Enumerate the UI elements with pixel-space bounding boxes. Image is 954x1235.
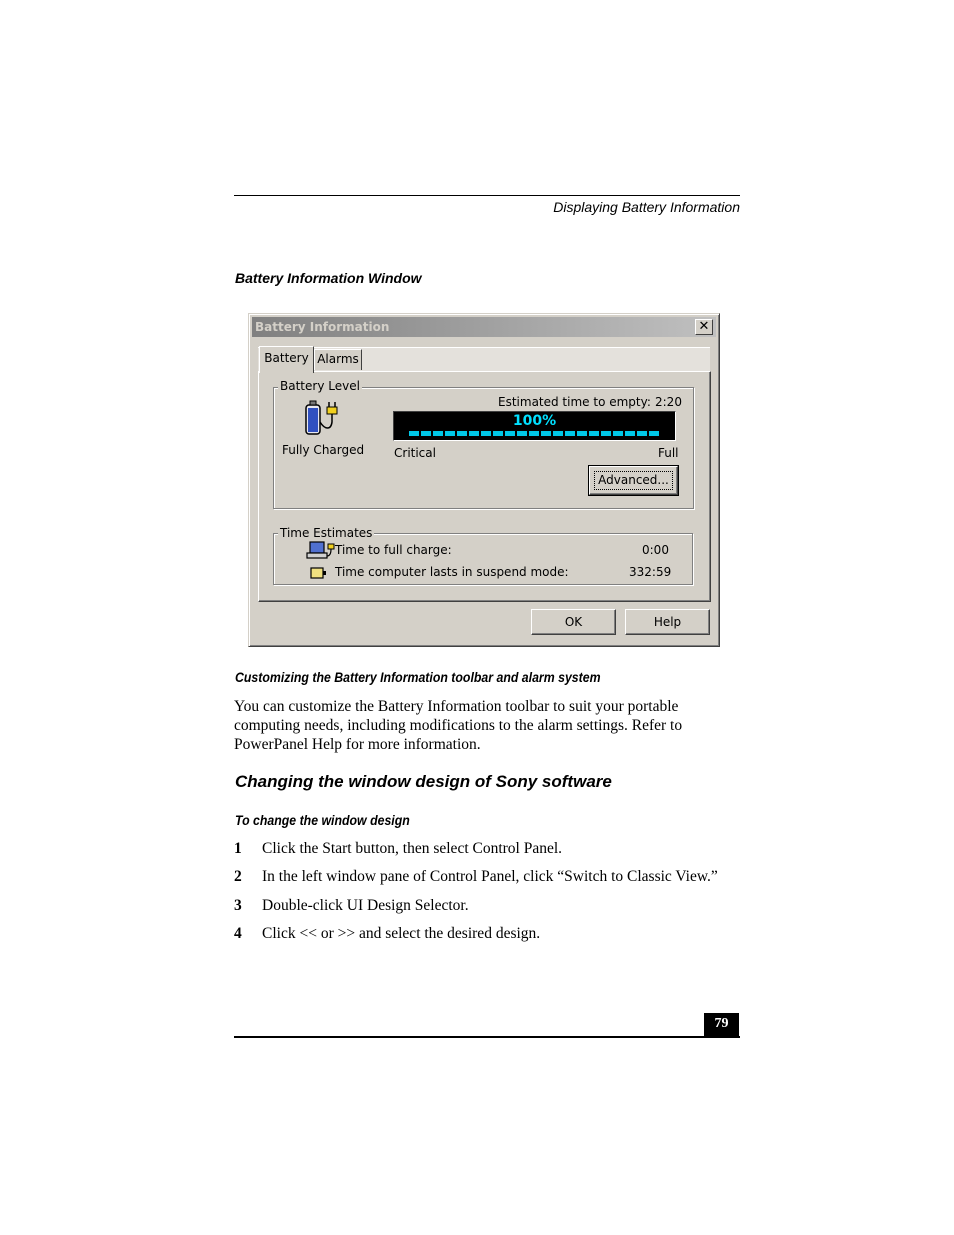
suspend-mode-label: Time computer lasts in suspend mode: bbox=[335, 565, 569, 579]
running-header: Displaying Battery Information bbox=[553, 199, 740, 215]
battery-small-icon bbox=[310, 566, 328, 580]
customizing-paragraph: You can customize the Battery Informatio… bbox=[234, 698, 683, 753]
header-rule bbox=[234, 195, 740, 196]
figure-caption: Battery Information Window bbox=[235, 270, 422, 286]
scale-critical-label: Critical bbox=[394, 446, 436, 460]
ok-button[interactable]: OK bbox=[531, 609, 616, 635]
time-estimates-label: Time Estimates bbox=[278, 526, 375, 540]
page-number: 79 bbox=[704, 1013, 739, 1037]
tab-alarms[interactable]: Alarms bbox=[314, 349, 362, 370]
step-text: Double-click UI Design Selector. bbox=[262, 897, 469, 914]
full-charge-label: Time to full charge: bbox=[335, 543, 452, 557]
help-button[interactable]: Help bbox=[625, 609, 710, 635]
title-bar[interactable]: Battery Information ✕ bbox=[252, 317, 716, 337]
step-text: Click the Start button, then select Cont… bbox=[262, 840, 563, 857]
close-icon: ✕ bbox=[698, 319, 710, 334]
battery-level-bar: 100% bbox=[393, 411, 676, 441]
battery-level-fill bbox=[409, 431, 661, 436]
focus-indicator bbox=[594, 471, 673, 490]
estimated-time-label: Estimated time to empty: bbox=[498, 395, 651, 409]
step-number: 4 bbox=[234, 925, 242, 942]
help-button-label: Help bbox=[653, 615, 682, 629]
scale-full-label: Full bbox=[658, 446, 679, 460]
window-title: Battery Information bbox=[255, 320, 390, 334]
step-text: Click << or >> and select the desired de… bbox=[262, 925, 541, 942]
laptop-plug-icon bbox=[306, 541, 336, 561]
tab-battery[interactable]: Battery bbox=[259, 346, 314, 373]
footer-rule bbox=[234, 1036, 740, 1038]
battery-level-track bbox=[409, 431, 661, 436]
changing-heading: Changing the window design of Sony softw… bbox=[235, 772, 612, 791]
battery-percent-text: 100% bbox=[512, 413, 557, 429]
customizing-heading: Customizing the Battery Information tool… bbox=[235, 669, 601, 685]
battery-level-label: Battery Level bbox=[278, 379, 362, 393]
step-text: In the left window pane of Control Panel… bbox=[262, 868, 718, 885]
step-number: 3 bbox=[234, 897, 242, 914]
procedure-heading: To change the window design bbox=[235, 812, 410, 828]
estimated-time-value: 2:20 bbox=[655, 395, 682, 409]
ok-button-label: OK bbox=[564, 615, 583, 629]
full-charge-value: 0:00 bbox=[642, 543, 669, 557]
battery-plug-icon bbox=[303, 400, 343, 438]
battery-status-text: Fully Charged bbox=[282, 443, 365, 457]
close-button[interactable]: ✕ bbox=[695, 319, 713, 335]
advanced-button[interactable]: Advanced... bbox=[588, 465, 679, 496]
suspend-mode-value: 332:59 bbox=[629, 565, 672, 579]
step-number: 2 bbox=[234, 868, 242, 885]
step-number: 1 bbox=[234, 840, 242, 857]
battery-information-window: Battery Information ✕ Battery Alarms Bat… bbox=[248, 313, 720, 647]
